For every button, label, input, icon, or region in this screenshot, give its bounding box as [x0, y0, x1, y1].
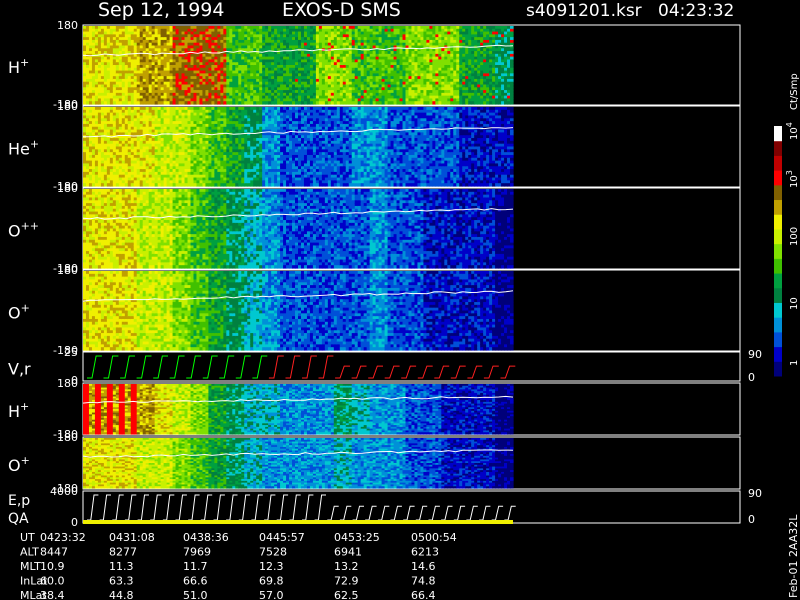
plot-header: Sep 12, 1994 EXOS-D SMS s4091201.ksr 04:… [98, 0, 734, 21]
file-name: s4091201.ksr [526, 1, 642, 21]
panel-0: 180-180H+ [8, 19, 740, 111]
spectrogram-cell [510, 101, 514, 104]
header-time: 04:23:32 [658, 1, 734, 21]
axis-max-label: 180 [57, 19, 78, 32]
species-label: H+ [8, 56, 29, 77]
panels-group: 180-180H+180-180He+180-180O++180-180O+25… [8, 19, 762, 529]
sms-spectrogram-plot: Sep 12, 1994 EXOS-D SMS s4091201.ksr 04:… [0, 0, 800, 600]
instrument-title: EXOS-D SMS [282, 0, 401, 21]
panel-1: 180-180He+ [8, 100, 740, 193]
date-title: Sep 12, 1994 [98, 0, 224, 21]
